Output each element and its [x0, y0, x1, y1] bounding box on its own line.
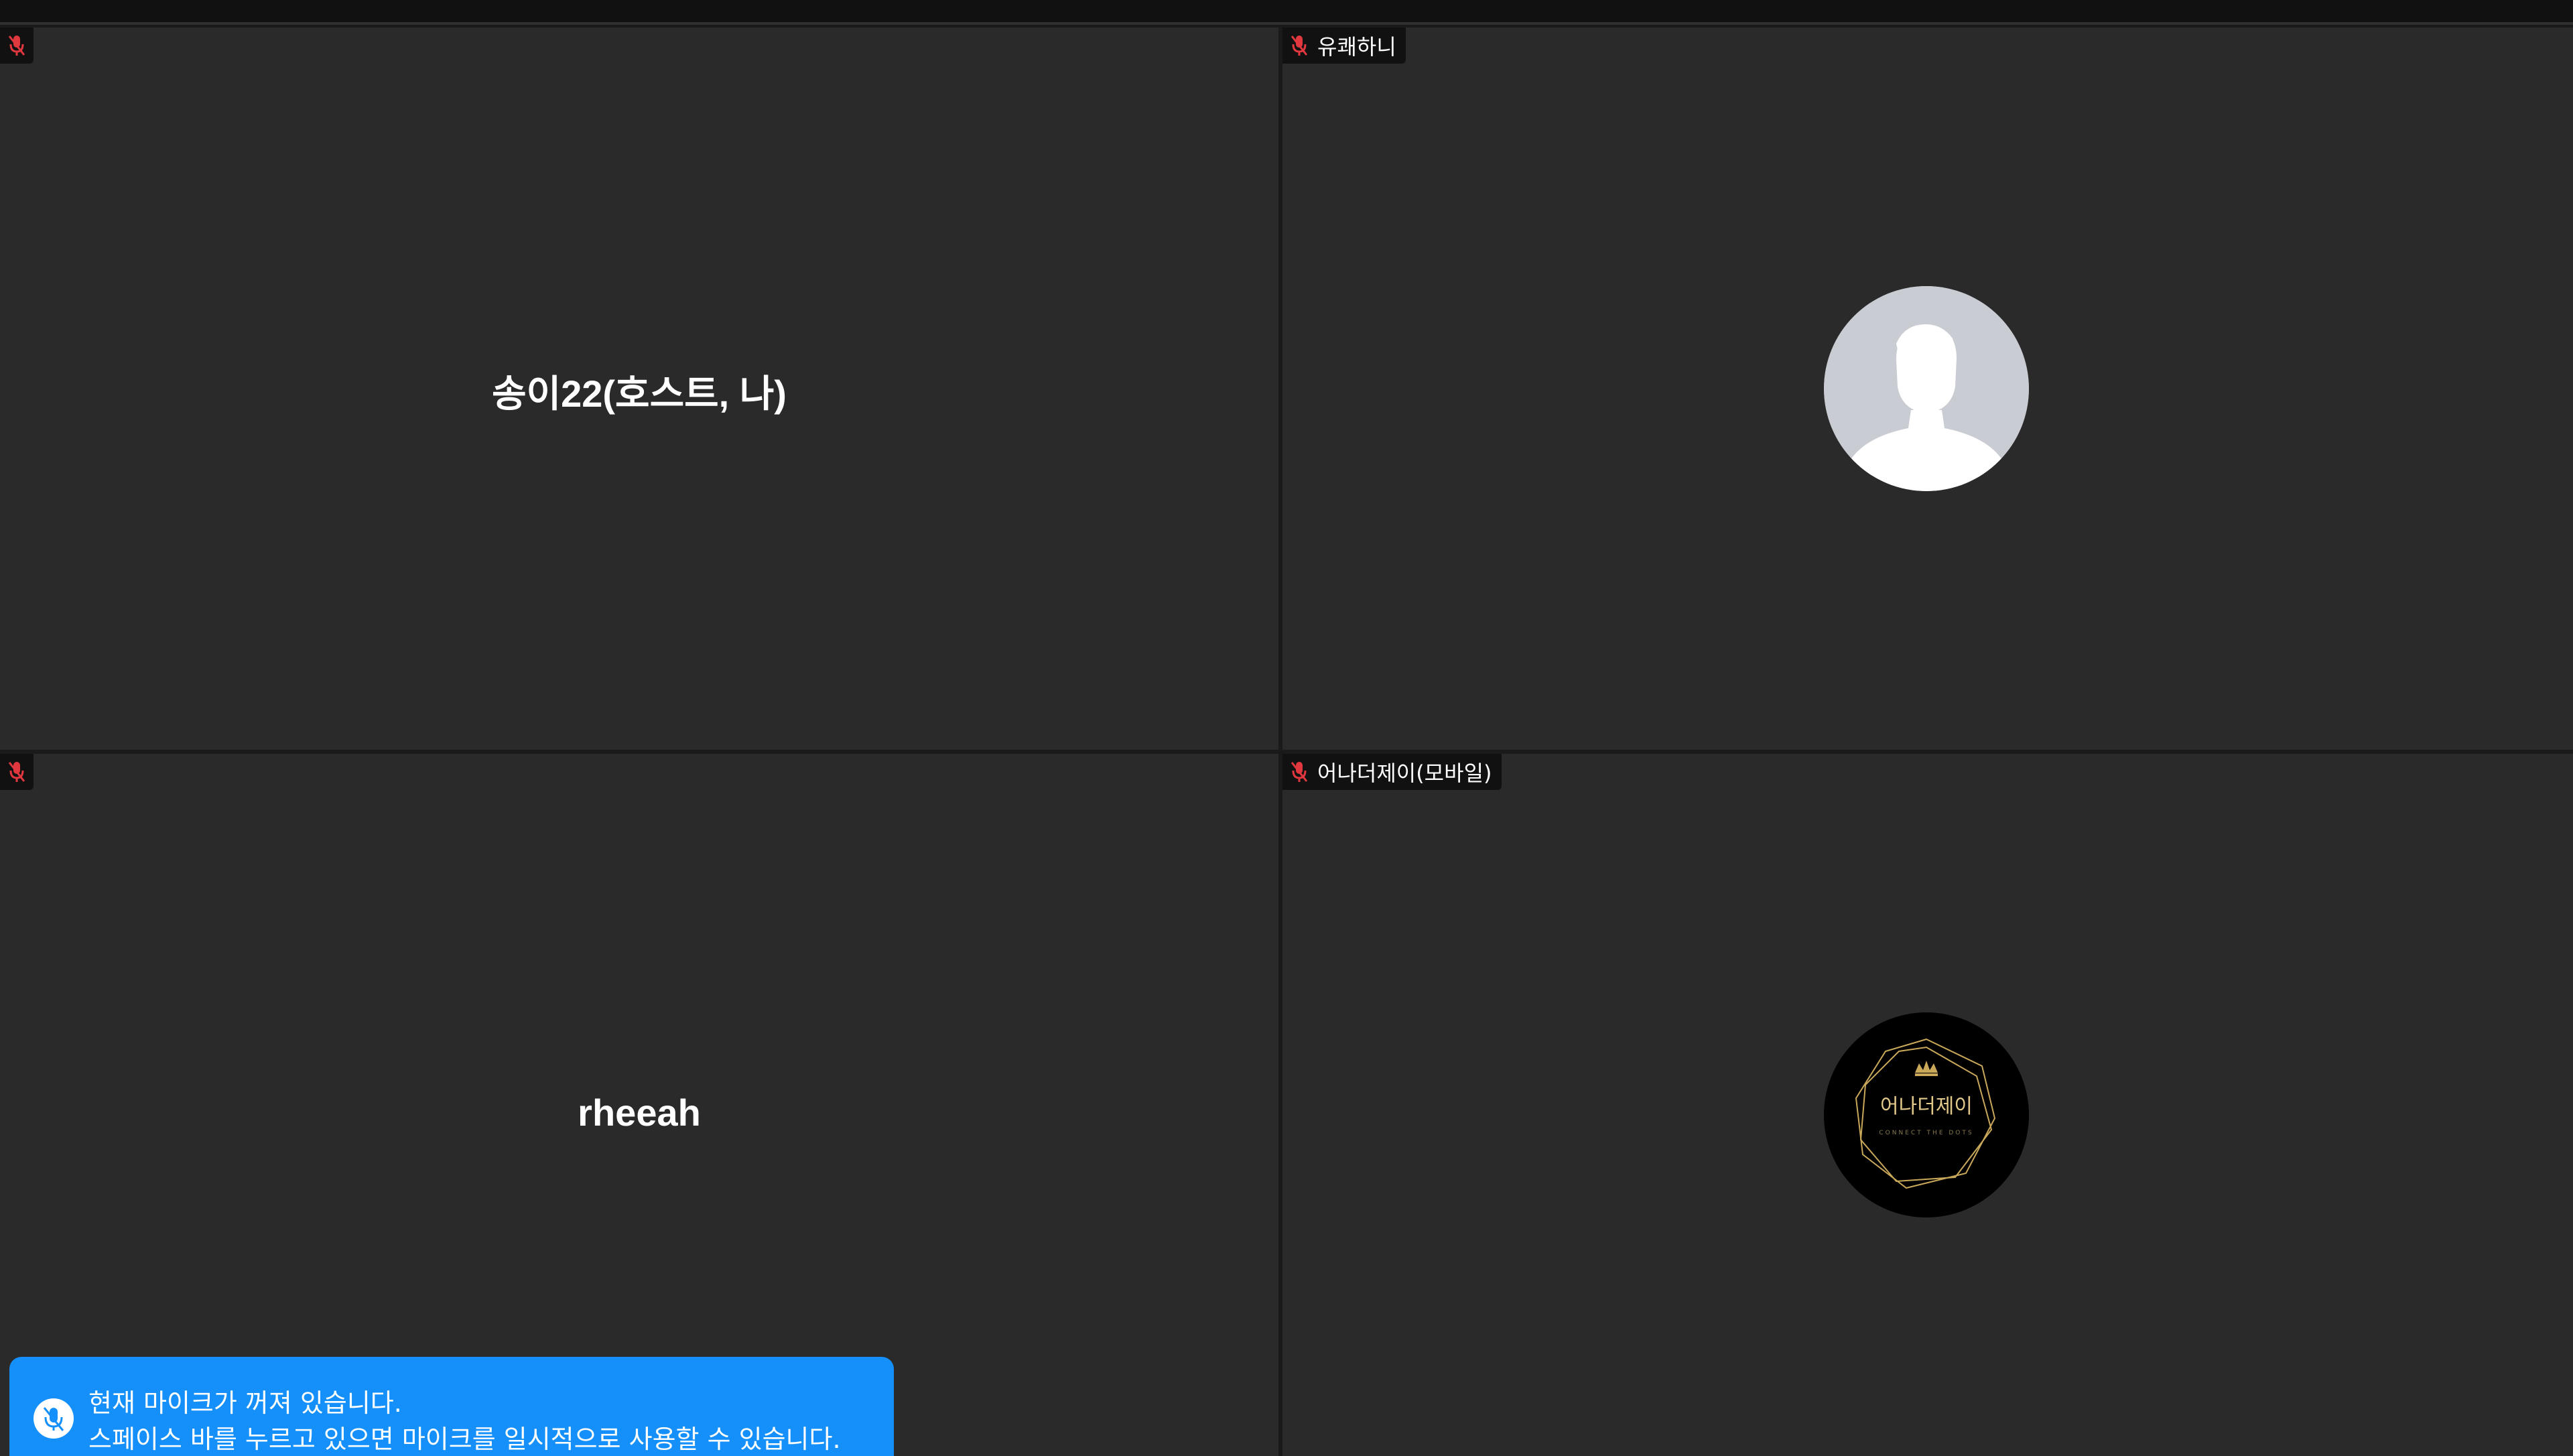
mic-off-icon [34, 1398, 74, 1439]
video-tile-participant[interactable]: 유쾌하니 [1282, 27, 2573, 750]
name-tag [0, 27, 34, 64]
meeting-window: 송이22(호스트, 나) 유쾌하니 rheeah 어나더제이(모바일) 어나더제… [0, 0, 2573, 1456]
name-tag: 어나더제이(모바일) [1282, 754, 1502, 790]
name-tag [0, 754, 34, 790]
video-tile-participant[interactable]: 어나더제이(모바일) 어나더제이 CONNECT THE DOTS [1282, 754, 2573, 1456]
logo-subtitle: CONNECT THE DOTS [1879, 1130, 1973, 1136]
mic-muted-icon [1291, 762, 1308, 782]
profile-logo: 어나더제이 CONNECT THE DOTS [1824, 1012, 2029, 1217]
mic-muted-icon [1291, 36, 1308, 56]
video-tile-host[interactable]: 송이22(호스트, 나) [0, 27, 1278, 750]
mic-off-notification: 현재 마이크가 꺼져 있습니다. 스페이스 바를 누르고 있으면 마이크를 일시… [9, 1357, 894, 1456]
logo-title: 어나더제이 [1880, 1095, 1973, 1118]
mic-muted-icon [8, 36, 25, 56]
mic-muted-icon [8, 762, 25, 782]
participant-name-label: 유쾌하니 [1317, 34, 1396, 60]
notification-hint-text: 스페이스 바를 누르고 있으면 마이크를 일시적으로 사용할 수 있습니다. [88, 1425, 841, 1454]
default-person-icon [1824, 286, 2029, 491]
participant-name: rheeah [578, 1091, 701, 1134]
participant-name-label: 어나더제이(모바일) [1317, 760, 1492, 786]
top-bar [0, 0, 2573, 25]
name-tag: 유쾌하니 [1282, 27, 1406, 64]
participant-name: 송이22(호스트, 나) [492, 373, 787, 415]
notification-text: 현재 마이크가 꺼져 있습니다. [88, 1388, 402, 1418]
video-tile-participant[interactable]: rheeah [0, 754, 1278, 1456]
